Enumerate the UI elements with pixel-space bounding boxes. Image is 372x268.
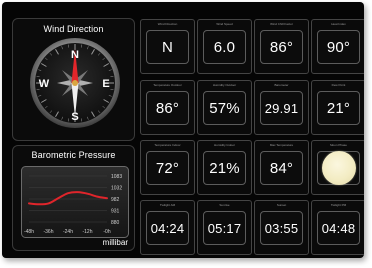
tile-label: Temperature Outdoor [153, 83, 182, 87]
baro-y-tick-label: 880 [111, 220, 120, 226]
tile-display [317, 151, 360, 185]
weather-dashboard: Wind Direction N S W E Barometric Pressu… [2, 2, 364, 258]
tile-sunrise: Sunrise 05:17 [197, 200, 252, 255]
tile-max-temp: Max Temperature 84° [254, 140, 309, 195]
tile-label: Humidity Indoor [213, 143, 235, 147]
wind-direction-panel: Wind Direction N S W E [12, 18, 135, 141]
tile-wind-chill: Wind Chill Factor 86° [254, 19, 309, 74]
baro-y-tick-label: 1032 [111, 186, 122, 192]
tile-value: 21% [209, 159, 240, 177]
baro-chart: 1083 1032 982 931 880 -48h -36h -24h -12h -0h [21, 166, 129, 238]
tile-label: Heat Index [331, 22, 346, 26]
baro-unit-label: millibar [102, 238, 128, 247]
tile-label: Wind Chill Factor [270, 22, 293, 26]
baro-x-tick-label: -12h [82, 229, 92, 235]
tile-display: 84° [260, 151, 303, 185]
tile-moon-phase: Moon Phase [311, 140, 364, 195]
tile-twilight: Twilight AM 04:24 [140, 200, 195, 255]
tile-value: 86° [155, 99, 180, 117]
tile-value: N [161, 38, 174, 56]
tile-label: Temperature Indoor [154, 143, 181, 147]
tile-display: 90° [317, 30, 360, 64]
tile-humidity-indoor: Humidity Indoor 21% [197, 140, 252, 195]
tile-label: Dew Point [331, 83, 346, 87]
tile-wind-direction: Wind Direction N [140, 19, 195, 74]
barometric-pressure-panel: Barometric Pressure 1083 1032 982 931 880 -4… [12, 145, 135, 251]
baro-x-tick-label: -0h [103, 229, 110, 235]
tile-label: Wind Speed [216, 22, 233, 26]
compass-north-label: N [71, 49, 79, 61]
tile-display: 86° [146, 91, 189, 125]
compass-south-label: S [71, 111, 78, 123]
baro-y-tick-label: 1083 [111, 174, 122, 180]
tile-display: 72° [146, 151, 189, 185]
tile-label: Wind Direction [157, 22, 178, 26]
tile-label: Max Temperature [269, 143, 294, 147]
tile-label: Moon Phase [330, 143, 347, 147]
tile-value: 05:17 [207, 220, 242, 236]
wind-compass: N S W E [29, 37, 121, 129]
baro-y-tick-label: 931 [111, 209, 120, 215]
tile-value: 6.0 [213, 38, 236, 56]
tile-value: 72° [155, 159, 180, 177]
baro-chart-svg: 1083 1032 982 931 880 -48h -36h -24h -12h -0h [21, 166, 129, 238]
tile-display: 04:24 [146, 211, 189, 245]
compass-west-label: W [39, 78, 50, 90]
tile-display: 04:48 [317, 211, 360, 245]
baro-y-tick-label: 982 [111, 197, 120, 203]
tile-display: 57% [203, 91, 246, 125]
tile-barometer: Barometer 29.91 [254, 80, 309, 135]
tile-display: 6.0 [203, 30, 246, 64]
tile-display: 05:17 [203, 211, 246, 245]
tile-value: 04:24 [150, 220, 185, 236]
tile-label: Twilight AM [159, 203, 176, 207]
baro-x-tick-label: -24h [63, 229, 73, 235]
tile-display: 03:55 [260, 211, 303, 245]
tile-display: N [146, 30, 189, 64]
tile-display: 21% [203, 151, 246, 185]
baro-panel-title: Barometric Pressure [31, 150, 116, 160]
tile-wind-speed: Wind Speed 6.0 [197, 19, 252, 74]
tile-value: 57% [209, 99, 240, 117]
compass-east-label: E [102, 78, 109, 90]
tile-display: 29.91 [260, 91, 303, 125]
tile-display: 21° [317, 91, 360, 125]
tile-label: Humidity Outdoor [212, 83, 237, 87]
tile-temp-outdoor: Temperature Outdoor 86° [140, 80, 195, 135]
tile-temp-indoor: Temperature Indoor 72° [140, 140, 195, 195]
baro-x-tick-label: -48h [24, 229, 34, 235]
tile-value: 90° [326, 38, 351, 56]
tile-sunset: Sunset 03:55 [254, 200, 309, 255]
tile-label: Sunrise [219, 203, 230, 207]
compass-svg: N S W E [30, 38, 120, 128]
tile-dew-point: Dew Point 21° [311, 80, 364, 135]
tile-display: 86° [260, 30, 303, 64]
tile-value: 29.91 [264, 100, 299, 116]
tile-twilight-pm: Twilight PM 04:48 [311, 200, 364, 255]
tile-humidity-outdoor: Humidity Outdoor 57% [197, 80, 252, 135]
tile-label: Twilight PM [330, 203, 347, 207]
tile-label: Sunset [276, 203, 287, 207]
tile-label: Barometer [274, 83, 289, 87]
tile-value: 04:48 [321, 220, 356, 236]
baro-x-tick-label: -36h [43, 229, 53, 235]
tile-heat-index: Heat Index 90° [311, 19, 364, 74]
wind-panel-title: Wind Direction [43, 24, 104, 34]
tile-value: 03:55 [264, 220, 299, 236]
tile-value: 86° [269, 38, 294, 56]
moon-icon [321, 151, 356, 185]
tile-value: 21° [326, 99, 351, 117]
tile-value: 84° [269, 159, 294, 177]
